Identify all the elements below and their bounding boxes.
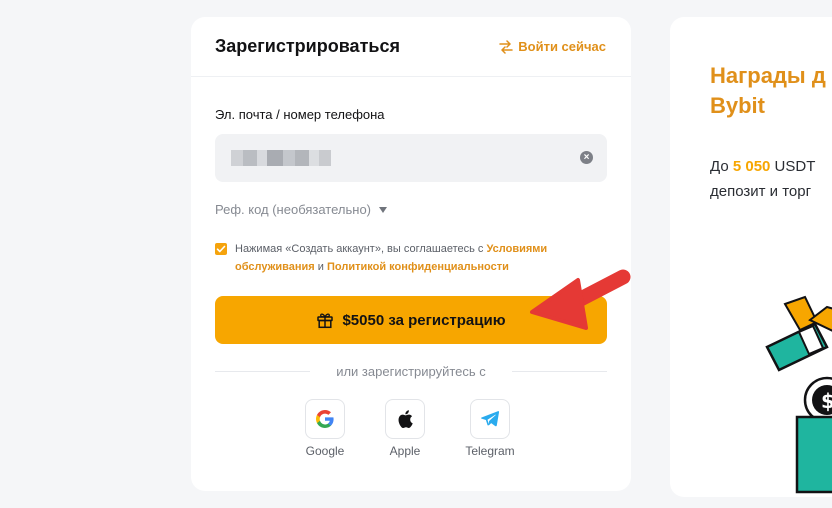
svg-text:$: $ [821, 389, 832, 413]
login-now-label: Войти сейчас [518, 39, 606, 54]
promo-amount: 5 050 [732, 158, 771, 175]
telegram-signup-button[interactable]: Telegram [460, 399, 520, 458]
privacy-policy-link[interactable]: Политикой конфиденциальности [327, 261, 509, 273]
consent-checkbox[interactable] [215, 243, 227, 255]
promo-text-suffix: USDT [770, 158, 816, 175]
promo-title-line2: Bybit [710, 93, 765, 118]
register-bonus-label: $5050 за регистрацию [342, 311, 506, 329]
signup-card: Зарегистрироваться Войти сейчас Эл. почт… [191, 17, 631, 491]
promo-title-line1: Награды д [710, 63, 826, 88]
promo-panel: Награды д Bybit До 5 050 USDT депозит и … [670, 17, 832, 497]
email-phone-label: Эл. почта / номер телефона [215, 107, 385, 122]
divider-line-right [512, 371, 607, 372]
card-header: Зарегистрироваться Войти сейчас [191, 17, 631, 77]
promo-title: Награды д Bybit [710, 61, 832, 121]
apple-icon [398, 410, 413, 428]
check-icon [216, 245, 226, 253]
consent-prefix: Нажимая «Создать аккаунт», вы соглашаете… [235, 243, 484, 255]
caret-down-icon [379, 206, 387, 213]
apple-icon-box [385, 399, 425, 439]
social-divider: или зарегистрируйтесь с [215, 364, 607, 380]
consent-and: и [317, 261, 324, 273]
email-phone-input[interactable] [215, 134, 607, 182]
promo-text-line1: До 5 050 USDT [710, 154, 832, 179]
promo-text: До 5 050 USDT депозит и торг [710, 154, 832, 204]
promo-text-line2: депозит и торг [710, 183, 812, 200]
telegram-icon [481, 411, 499, 427]
promo-text-prefix: До [710, 158, 733, 175]
google-label: Google [305, 444, 345, 458]
google-icon-box [305, 399, 345, 439]
email-phone-field-wrapper: × [215, 134, 607, 182]
clear-input-icon[interactable]: × [580, 151, 593, 164]
swap-icon [499, 39, 513, 54]
telegram-label: Telegram [465, 444, 515, 458]
apple-label: Apple [389, 444, 421, 458]
page-title: Зарегистрироваться [215, 36, 400, 56]
referral-code-toggle[interactable]: Реф. код (необязательно) [215, 202, 387, 217]
telegram-icon-box [470, 399, 510, 439]
referral-code-label: Реф. код (необязательно) [215, 202, 371, 217]
gift-icon [317, 313, 334, 329]
gift-box-illustration: $ [765, 295, 832, 494]
apple-signup-button[interactable]: Apple [375, 399, 435, 458]
google-signup-button[interactable]: Google [295, 399, 355, 458]
login-now-link[interactable]: Войти сейчас [499, 39, 606, 54]
red-arrow-annotation [530, 269, 631, 330]
google-icon [316, 410, 334, 428]
